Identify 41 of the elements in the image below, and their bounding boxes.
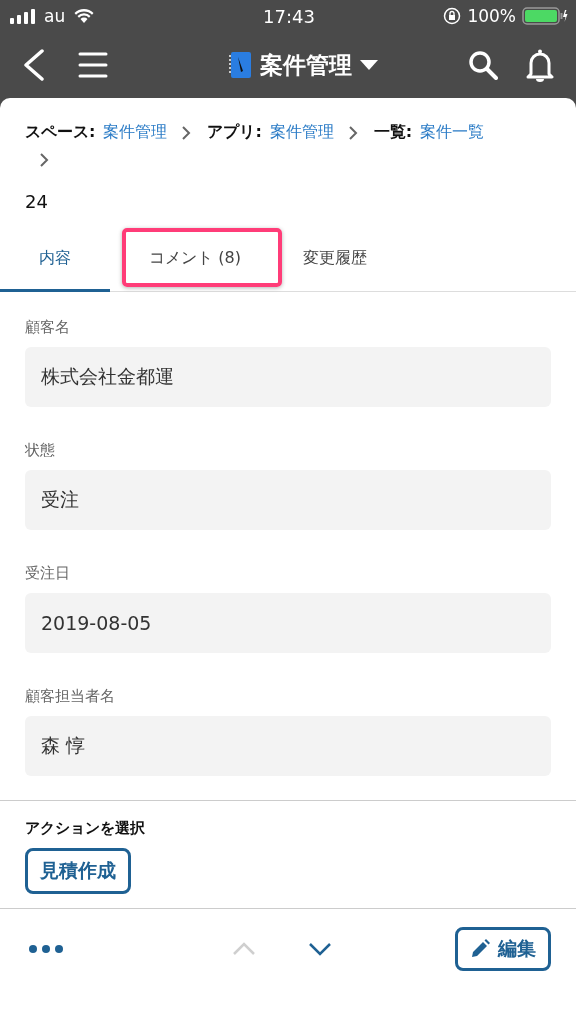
field-value: 受注 <box>25 470 551 530</box>
tab[interactable]: 変更履歴 <box>280 230 390 292</box>
signal-icon <box>10 8 36 24</box>
tab[interactable]: コメント (8) <box>110 230 280 292</box>
wifi-icon <box>73 8 96 24</box>
dropdown-caret-icon[interactable] <box>360 60 378 70</box>
chevron-right-icon <box>347 125 358 140</box>
chevron-right-icon <box>181 125 192 140</box>
clock-time: 17:43 <box>263 5 315 27</box>
breadcrumb-label: アプリ: <box>207 122 262 143</box>
field-label: 受注日 <box>25 563 71 583</box>
battery-percent: 100% <box>467 6 516 26</box>
back-icon[interactable] <box>22 49 46 81</box>
next-record-icon[interactable] <box>308 942 332 956</box>
breadcrumb-link[interactable]: 案件一覧 <box>420 122 485 143</box>
more-icon[interactable] <box>28 944 64 954</box>
chevron-right-icon <box>39 153 49 167</box>
app-title[interactable]: 案件管理 <box>260 49 352 81</box>
menu-icon[interactable] <box>78 51 108 79</box>
field-label: 状態 <box>25 440 56 460</box>
rotation-lock-icon <box>443 7 462 25</box>
breadcrumb-label: スペース: <box>25 122 96 143</box>
tab[interactable]: 内容 <box>0 230 110 292</box>
battery-icon <box>522 7 568 25</box>
notebook-icon <box>228 51 252 79</box>
edit-button[interactable]: 編集 <box>455 927 551 971</box>
bell-icon[interactable] <box>526 48 554 82</box>
field-value: 2019-08-05 <box>25 593 551 653</box>
breadcrumb-label: 一覧: <box>373 122 413 143</box>
field-value: 株式会社金都運 <box>25 347 551 407</box>
breadcrumb-link[interactable]: 案件管理 <box>103 122 168 143</box>
field-label: 顧客名 <box>25 317 71 337</box>
action-button[interactable]: 見積作成 <box>25 848 131 894</box>
field-label: 顧客担当者名 <box>25 686 116 706</box>
breadcrumb-link[interactable]: 案件管理 <box>269 122 334 143</box>
pencil-icon <box>470 939 490 959</box>
actions-heading: アクションを選択 <box>25 819 146 838</box>
search-icon[interactable] <box>468 50 498 80</box>
record-number: 24 <box>24 190 49 212</box>
carrier-name: au <box>44 6 66 26</box>
field-value: 森 惇 <box>25 716 551 776</box>
